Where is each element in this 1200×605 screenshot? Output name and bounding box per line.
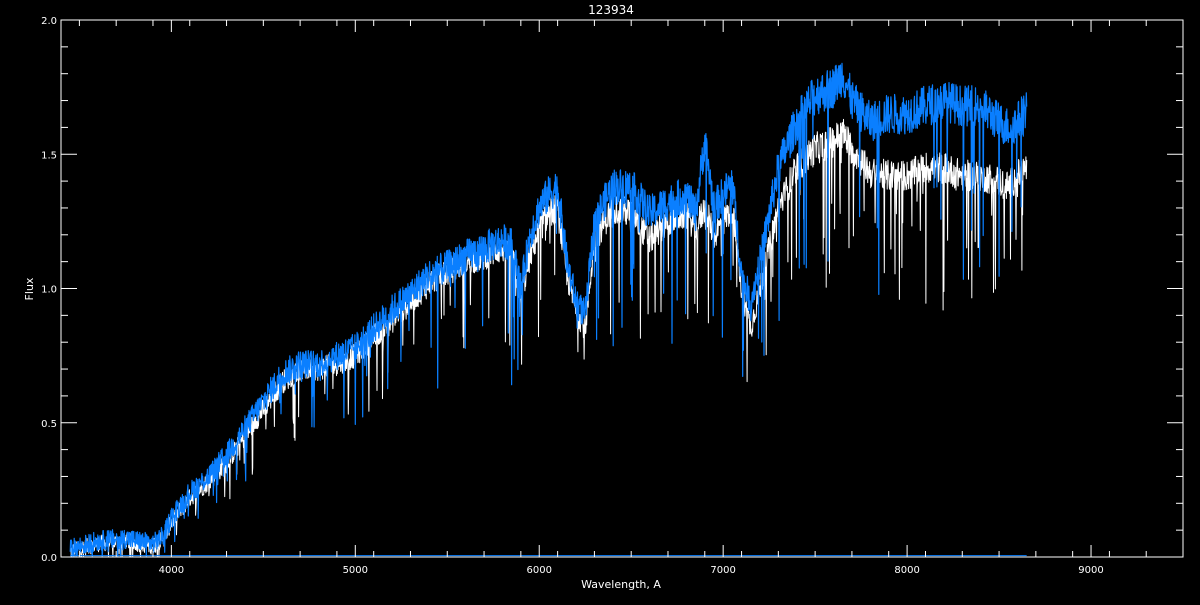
x-tick-label: 5000 <box>343 565 368 576</box>
y-tick-label: 0.5 <box>41 419 57 430</box>
x-tick-label: 4000 <box>159 565 184 576</box>
x-axis-label: Wavelength, A <box>581 578 661 591</box>
spectrum-chart: 123934 Wavelength, A Flux 4000 5000 6000 70… <box>0 0 1200 600</box>
y-tick-label: 2.0 <box>41 16 57 27</box>
y-tick-label: 0.0 <box>41 553 57 564</box>
chart-title: 123934 <box>588 3 634 17</box>
y-axis-label: Flux <box>23 277 36 300</box>
y-tick-label: 1.0 <box>41 285 57 296</box>
x-tick-label: 8000 <box>894 565 919 576</box>
x-tick-label: 7000 <box>710 565 735 576</box>
y-tick-label: 1.5 <box>41 150 57 161</box>
x-tick-label: 6000 <box>527 565 552 576</box>
spectrum-plot: 123934 Wavelength, A Flux 4000 5000 6000 70… <box>0 0 1200 600</box>
x-tick-label: 9000 <box>1078 565 1103 576</box>
